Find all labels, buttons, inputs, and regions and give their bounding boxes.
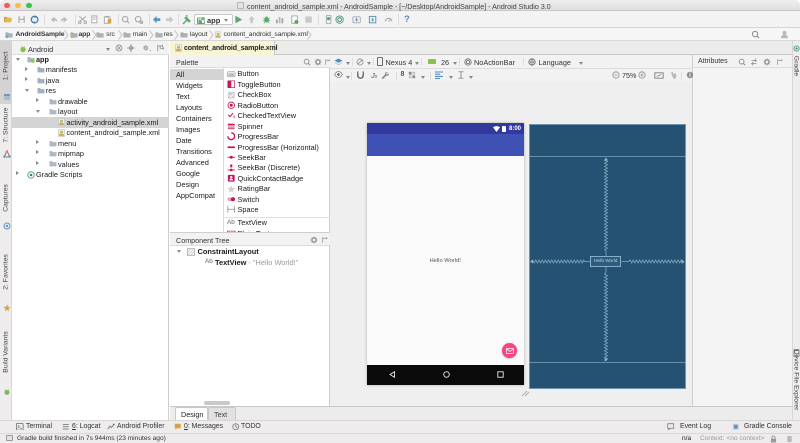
svg-text:OK: OK bbox=[228, 73, 234, 77]
